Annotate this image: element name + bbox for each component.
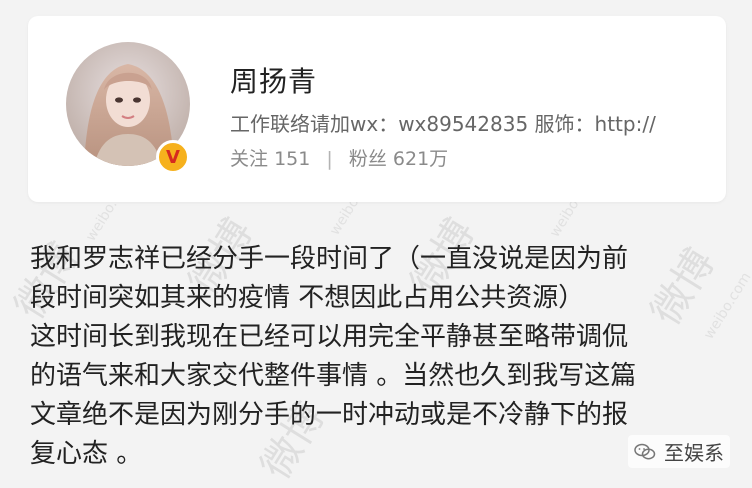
following-stat[interactable]: 关注 151 [230, 148, 316, 170]
profile-card: V 周扬青 工作联络请加wx：wx89542835 服饰：http:// 关注 … [28, 16, 726, 202]
followers-label: 粉丝 [348, 148, 387, 170]
post-line: 这时间长到我现在已经可以用完全平静甚至略带调侃 [30, 322, 629, 352]
stats-divider: | [326, 148, 333, 170]
wechat-icon [634, 443, 656, 459]
post-line: 段时间突如其来的疫情 不想因此占用公共资源） [30, 283, 585, 313]
followers-stat[interactable]: 粉丝 621万 [349, 148, 448, 170]
post-line: 的语气来和大家交代整件事情 。当然也久到我写这篇 [30, 361, 637, 391]
profile-stats: 关注 151 | 粉丝 621万 [230, 144, 448, 171]
followers-count: 621万 [392, 148, 449, 170]
verified-badge-icon: V [156, 140, 190, 174]
source-tag-label: 至娱系 [664, 441, 724, 465]
post-body: 我和罗志祥已经分手一段时间了（一直没说是因为前 段时间突如其来的疫情 不想因此占… [30, 240, 730, 474]
post-line: 复心态 。 [30, 439, 143, 469]
post-line: 我和罗志祥已经分手一段时间了（一直没说是因为前 [30, 244, 629, 274]
profile-bio: 工作联络请加wx：wx89542835 服饰：http:// [230, 112, 656, 136]
post-line: 文章绝不是因为刚分手的一时冲动或是不冷静下的报 [30, 400, 629, 430]
following-label: 关注 [230, 148, 269, 170]
following-count: 151 [274, 148, 311, 170]
source-tag: 至娱系 [628, 435, 730, 468]
profile-name[interactable]: 周扬青 [230, 60, 317, 100]
avatar-container[interactable]: V [66, 42, 190, 174]
